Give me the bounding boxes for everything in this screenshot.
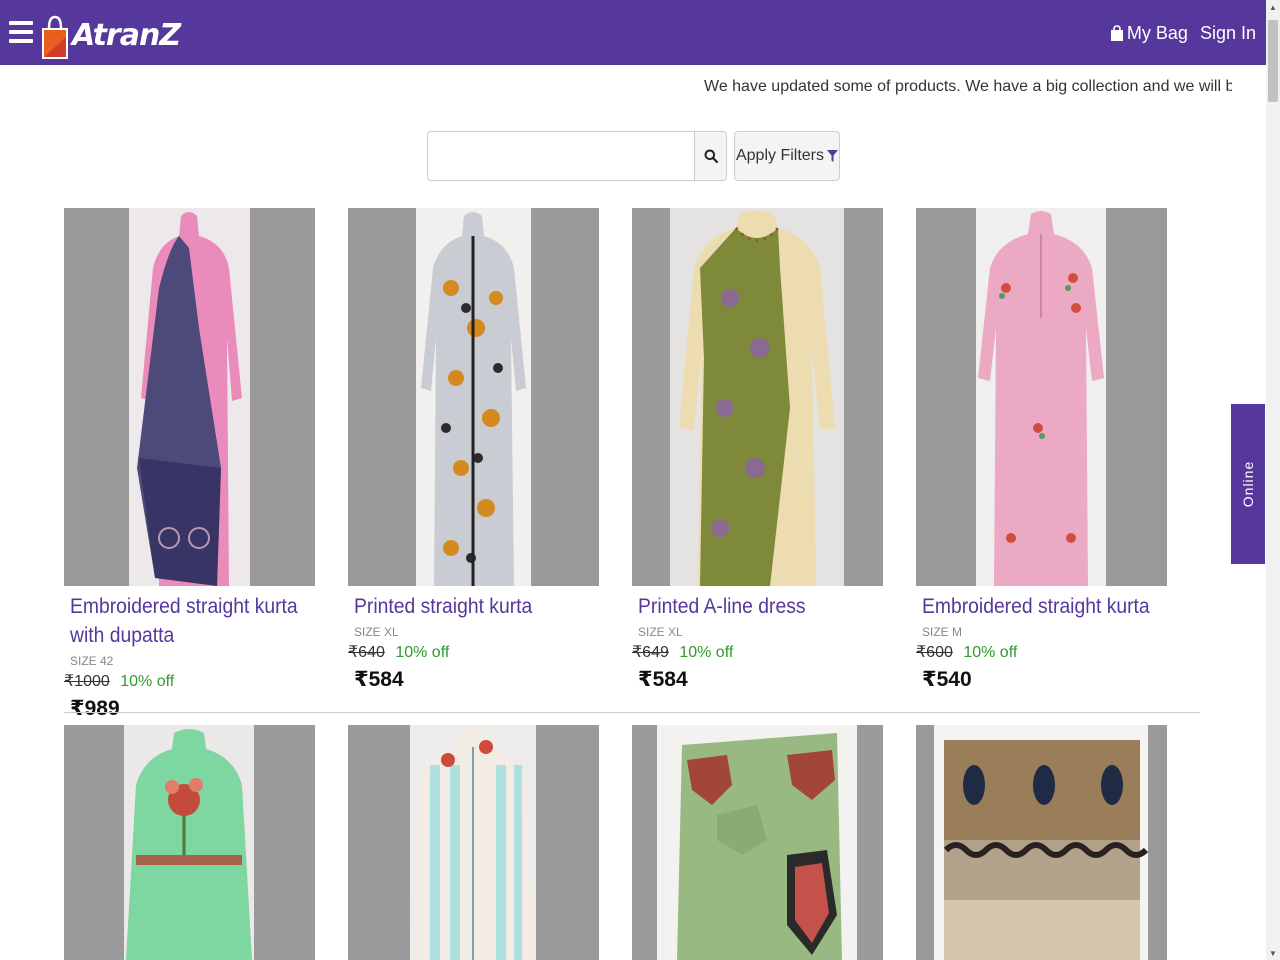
product-title[interactable]: Embroidered straight kurta with dupatta xyxy=(70,592,323,650)
logo[interactable]: AtranZ xyxy=(40,4,181,59)
discount-label: 10% off xyxy=(395,644,450,661)
old-price: ₹649 xyxy=(632,644,669,661)
product-card[interactable] xyxy=(348,725,599,960)
product-size: SIZE M xyxy=(922,625,963,639)
product-price: ₹989 xyxy=(70,697,120,720)
apply-filters-label: Apply Filters xyxy=(735,147,825,164)
product-card[interactable]: Embroidered straight kurta SIZE M ₹600 1… xyxy=(916,208,1167,692)
product-title[interactable]: Embroidered straight kurta xyxy=(922,592,1175,621)
product-price: ₹584 xyxy=(638,668,688,691)
my-bag-link[interactable]: My Bag xyxy=(1110,23,1188,44)
product-size: SIZE XL xyxy=(354,625,399,639)
discount-label: 10% off xyxy=(963,644,1018,661)
online-tab-label: Online xyxy=(1240,460,1256,508)
product-title[interactable]: Printed straight kurta xyxy=(354,592,607,621)
shopping-bag-icon xyxy=(1110,25,1123,41)
row-divider xyxy=(64,712,1200,713)
product-title[interactable]: Printed A-line dress xyxy=(638,592,891,621)
announcement-text: We have updated some of products. We hav… xyxy=(704,78,1232,95)
old-price: ₹600 xyxy=(916,644,953,661)
product-card[interactable]: Embroidered straight kurta with dupatta … xyxy=(64,208,315,721)
announcement-marquee: We have updated some of products. We hav… xyxy=(0,78,1232,102)
product-price: ₹540 xyxy=(922,668,972,691)
nav-right: My Bag Sign In xyxy=(1110,23,1256,44)
product-size: SIZE XL xyxy=(638,625,683,639)
scrollbar[interactable]: ▲ ▼ xyxy=(1266,0,1280,960)
product-card[interactable] xyxy=(64,725,315,960)
price-line: ₹649 10% off xyxy=(632,642,883,662)
online-chat-tab[interactable]: Online xyxy=(1231,404,1265,564)
product-price: ₹584 xyxy=(354,668,404,691)
product-image[interactable] xyxy=(348,208,599,586)
old-price: ₹640 xyxy=(348,644,385,661)
product-image[interactable] xyxy=(916,208,1167,586)
search-icon xyxy=(704,149,718,163)
product-image[interactable] xyxy=(632,725,883,960)
product-image[interactable] xyxy=(64,208,315,586)
product-image[interactable] xyxy=(348,725,599,960)
old-price: ₹1000 xyxy=(64,673,110,690)
scrollbar-thumb[interactable] xyxy=(1268,20,1278,102)
sign-in-link[interactable]: Sign In xyxy=(1200,23,1256,44)
navbar: AtranZ My Bag Sign In xyxy=(0,0,1266,65)
filter-icon xyxy=(827,149,839,162)
apply-filters-button[interactable]: Apply Filters xyxy=(734,131,840,181)
product-image[interactable] xyxy=(64,725,315,960)
price-line: ₹640 10% off xyxy=(348,642,599,662)
sign-in-label: Sign In xyxy=(1199,23,1256,43)
search-button[interactable] xyxy=(694,132,726,180)
logo-text: AtranZ xyxy=(72,18,181,53)
search-input[interactable] xyxy=(428,132,694,180)
price-line: ₹600 10% off xyxy=(916,642,1167,662)
product-card[interactable] xyxy=(916,725,1167,960)
scroll-up-icon[interactable]: ▲ xyxy=(1266,0,1280,14)
product-image[interactable] xyxy=(632,208,883,586)
product-card[interactable]: Printed A-line dress SIZE XL ₹649 10% of… xyxy=(632,208,883,692)
search-group xyxy=(427,131,727,181)
product-card[interactable]: Printed straight kurta SIZE XL ₹640 10% … xyxy=(348,208,599,692)
product-image[interactable] xyxy=(916,725,1167,960)
hamburger-menu-icon[interactable] xyxy=(9,21,33,45)
price-line: ₹1000 10% off xyxy=(64,671,315,691)
shopping-bag-logo-icon xyxy=(40,14,70,59)
product-card[interactable] xyxy=(632,725,883,960)
scroll-down-icon[interactable]: ▼ xyxy=(1266,946,1280,960)
discount-label: 10% off xyxy=(679,644,734,661)
my-bag-label: My Bag xyxy=(1126,23,1188,43)
product-size: SIZE 42 xyxy=(70,654,114,668)
discount-label: 10% off xyxy=(120,673,175,690)
